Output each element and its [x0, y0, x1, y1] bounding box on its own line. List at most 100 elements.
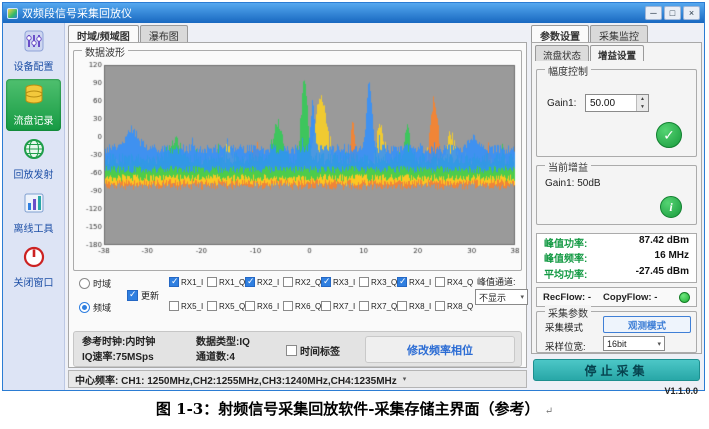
- channel-row-1: RX1_I RX1_Q RX2_I RX2_Q RX3_I RX3_Q RX4_…: [169, 277, 473, 287]
- peak-channel-value: 不显示: [479, 291, 506, 304]
- center-freq-status: 中心频率: CH1: 1250MHz,CH2:1255MHz,CH3:1240M…: [75, 372, 397, 387]
- update-checkbox[interactable]: 更新: [127, 289, 159, 302]
- sidebar-item-label: 流盘记录: [6, 112, 61, 127]
- minimize-icon[interactable]: ─: [645, 6, 662, 20]
- sidebar-item-playback-transmit[interactable]: 回放发射: [6, 133, 61, 185]
- sidebar-item-offline-tools[interactable]: 离线工具: [6, 187, 61, 239]
- peak-freq-value: 16 MHz: [655, 250, 689, 265]
- channel-checkbox[interactable]: RX1_Q: [207, 277, 245, 287]
- peak-channel-dropdown[interactable]: 不显示 ▾: [475, 289, 528, 305]
- channel-row-2: RX5_I RX5_Q RX6_I RX6_Q RX7_I RX7_Q RX8_…: [169, 301, 473, 311]
- channel-checkbox[interactable]: RX7_I: [321, 301, 359, 311]
- right-panel: 参数设置 采集监控 流盘状态 增益设置 幅度控制 Gain1: 50.00 ▲▼…: [529, 23, 704, 390]
- right-tabstrip: 参数设置 采集监控: [531, 25, 649, 42]
- channel-checkbox[interactable]: RX2_I: [245, 277, 283, 287]
- gain-info-button[interactable]: i: [660, 196, 682, 218]
- peak-channel-label: 峰值通道:: [477, 275, 516, 288]
- tab-acquisition-monitor[interactable]: 采集监控: [590, 25, 648, 42]
- time-tag-checkbox[interactable]: 时间标签: [286, 343, 340, 358]
- current-gain-title: 当前增益: [545, 159, 591, 174]
- tab-time-freq-domain[interactable]: 时域/频域图: [68, 25, 139, 42]
- update-label: 更新: [141, 289, 159, 302]
- sample-bits-value: 16bit: [607, 339, 627, 349]
- chevron-down-icon[interactable]: ▾: [403, 375, 407, 383]
- figure-caption: 图 1-3：射频信号采集回放软件-采集存储主界面（参考） ↵: [0, 398, 709, 419]
- channel-checkbox[interactable]: RX4_I: [397, 277, 435, 287]
- channel-checkbox[interactable]: RX2_Q: [283, 277, 321, 287]
- apply-gain-button[interactable]: ✓: [656, 122, 682, 148]
- acq-mode-button[interactable]: 观测模式: [603, 316, 691, 333]
- subtab-stream-status[interactable]: 流盘状态: [535, 45, 589, 61]
- sidebar-item-stream-record[interactable]: 流盘记录: [6, 79, 61, 131]
- freq-domain-radio[interactable]: 频域: [79, 301, 111, 314]
- stop-acquisition-button[interactable]: 停止采集: [533, 359, 700, 381]
- channel-checkbox[interactable]: RX7_Q: [359, 301, 397, 311]
- spinner-down-icon: ▼: [637, 103, 648, 111]
- acquisition-info-panel: 参考时钟:内时钟 IQ速率:75MSps 数据类型:IQ 通道数:4 时间标签 …: [73, 331, 522, 367]
- channel-checkbox[interactable]: RX8_I: [397, 301, 435, 311]
- radio-dot: [79, 302, 90, 313]
- channel-checkbox[interactable]: RX5_Q: [207, 301, 245, 311]
- time-domain-radio[interactable]: 时域: [79, 277, 111, 290]
- checkbox-box: [397, 277, 407, 287]
- caption-text: 图 1-3：射频信号采集回放软件-采集存储主界面（参考）: [156, 400, 540, 418]
- spinner-up-icon: ▲: [637, 95, 648, 103]
- database-icon: [22, 83, 46, 107]
- checkbox-box: [127, 290, 138, 301]
- peak-power-row: 峰值功率: 87.42 dBm: [537, 235, 696, 250]
- channel-checkbox[interactable]: RX6_I: [245, 301, 283, 311]
- gain1-value: 50.00: [586, 98, 636, 109]
- channel-checkbox[interactable]: RX4_Q: [435, 277, 473, 287]
- flow-status-led: [679, 292, 690, 303]
- iq-rate-text: IQ速率:75MSps: [82, 350, 155, 365]
- sub-tabstrip: 流盘状态 增益设置: [535, 45, 645, 61]
- checkbox-box: [169, 301, 179, 311]
- main-panel: 数据波形 时域 频域 更新 RX1_I RX1_Q: [68, 42, 527, 368]
- checkbox-box: [321, 277, 331, 287]
- channel-checkbox[interactable]: RX3_Q: [359, 277, 397, 287]
- tab-waterfall[interactable]: 瀑布图: [140, 25, 188, 42]
- recflow-text: RecFlow: -: [543, 292, 591, 303]
- sidebar-item-device-config[interactable]: 设备配置: [6, 25, 61, 77]
- sample-bits-dropdown[interactable]: 16bit ▾: [603, 336, 665, 351]
- spinner-arrows[interactable]: ▲▼: [636, 95, 648, 111]
- checkbox-box: [397, 301, 407, 311]
- sample-bits-label: 采样位宽:: [545, 339, 586, 353]
- checkbox-box: [207, 277, 217, 287]
- app-icon: [7, 8, 18, 19]
- current-gain-group: 当前增益 Gain1: 50dB i: [536, 165, 697, 225]
- modify-freq-phase-button[interactable]: 修改频率相位: [365, 336, 515, 363]
- measurements-box: 峰值功率: 87.42 dBm 峰值频率: 16 MHz 平均功率: -27.4…: [536, 233, 697, 283]
- settings-box: 流盘状态 增益设置 幅度控制 Gain1: 50.00 ▲▼ ✓ 当前增益 Ga…: [531, 42, 702, 354]
- copyflow-text: CopyFlow: -: [603, 292, 657, 303]
- subtab-gain-settings[interactable]: 增益设置: [590, 45, 644, 61]
- tab-parameter-settings[interactable]: 参数设置: [531, 25, 589, 42]
- peak-power-value: 87.42 dBm: [639, 235, 689, 250]
- close-icon[interactable]: ×: [683, 6, 700, 20]
- channel-checkbox[interactable]: RX1_I: [169, 277, 207, 287]
- checkbox-box: [245, 277, 255, 287]
- sliders-icon: [22, 29, 46, 53]
- current-gain-value: Gain1: 50dB: [545, 178, 601, 189]
- channel-checkbox[interactable]: RX5_I: [169, 301, 207, 311]
- avg-power-value: -27.45 dBm: [636, 266, 689, 281]
- status-bar: 中心频率: CH1: 1250MHz,CH2:1255MHz,CH3:1240M…: [68, 370, 527, 388]
- peak-freq-label: 峰值频率:: [544, 250, 587, 265]
- gain1-spinner[interactable]: 50.00 ▲▼: [585, 94, 649, 112]
- channel-checkbox[interactable]: RX8_Q: [435, 301, 473, 311]
- avg-power-label: 平均功率:: [544, 266, 587, 281]
- checkbox-box: [283, 301, 293, 311]
- freq-domain-label: 频域: [93, 301, 111, 314]
- checkbox-box: [359, 277, 369, 287]
- channel-checkbox[interactable]: RX6_Q: [283, 301, 321, 311]
- app-window: 双频段信号采集回放仪 ─ □ × 设备配置 流盘记录 回放发射 离线工具 关闭窗…: [2, 2, 705, 391]
- channel-checkbox[interactable]: RX3_I: [321, 277, 359, 287]
- info-icon: i: [669, 200, 672, 215]
- avg-power-row: 平均功率: -27.45 dBm: [537, 266, 696, 281]
- sidebar-item-close-window[interactable]: 关闭窗口: [6, 241, 61, 293]
- spectrum-chart: [76, 61, 522, 263]
- check-icon: ✓: [663, 127, 675, 144]
- chart-controls: 时域 频域 更新 RX1_I RX1_Q RX2_I RX2_Q RX3_I R…: [73, 275, 522, 327]
- maximize-icon[interactable]: □: [664, 6, 681, 20]
- amplitude-control-group: 幅度控制 Gain1: 50.00 ▲▼ ✓: [536, 69, 697, 157]
